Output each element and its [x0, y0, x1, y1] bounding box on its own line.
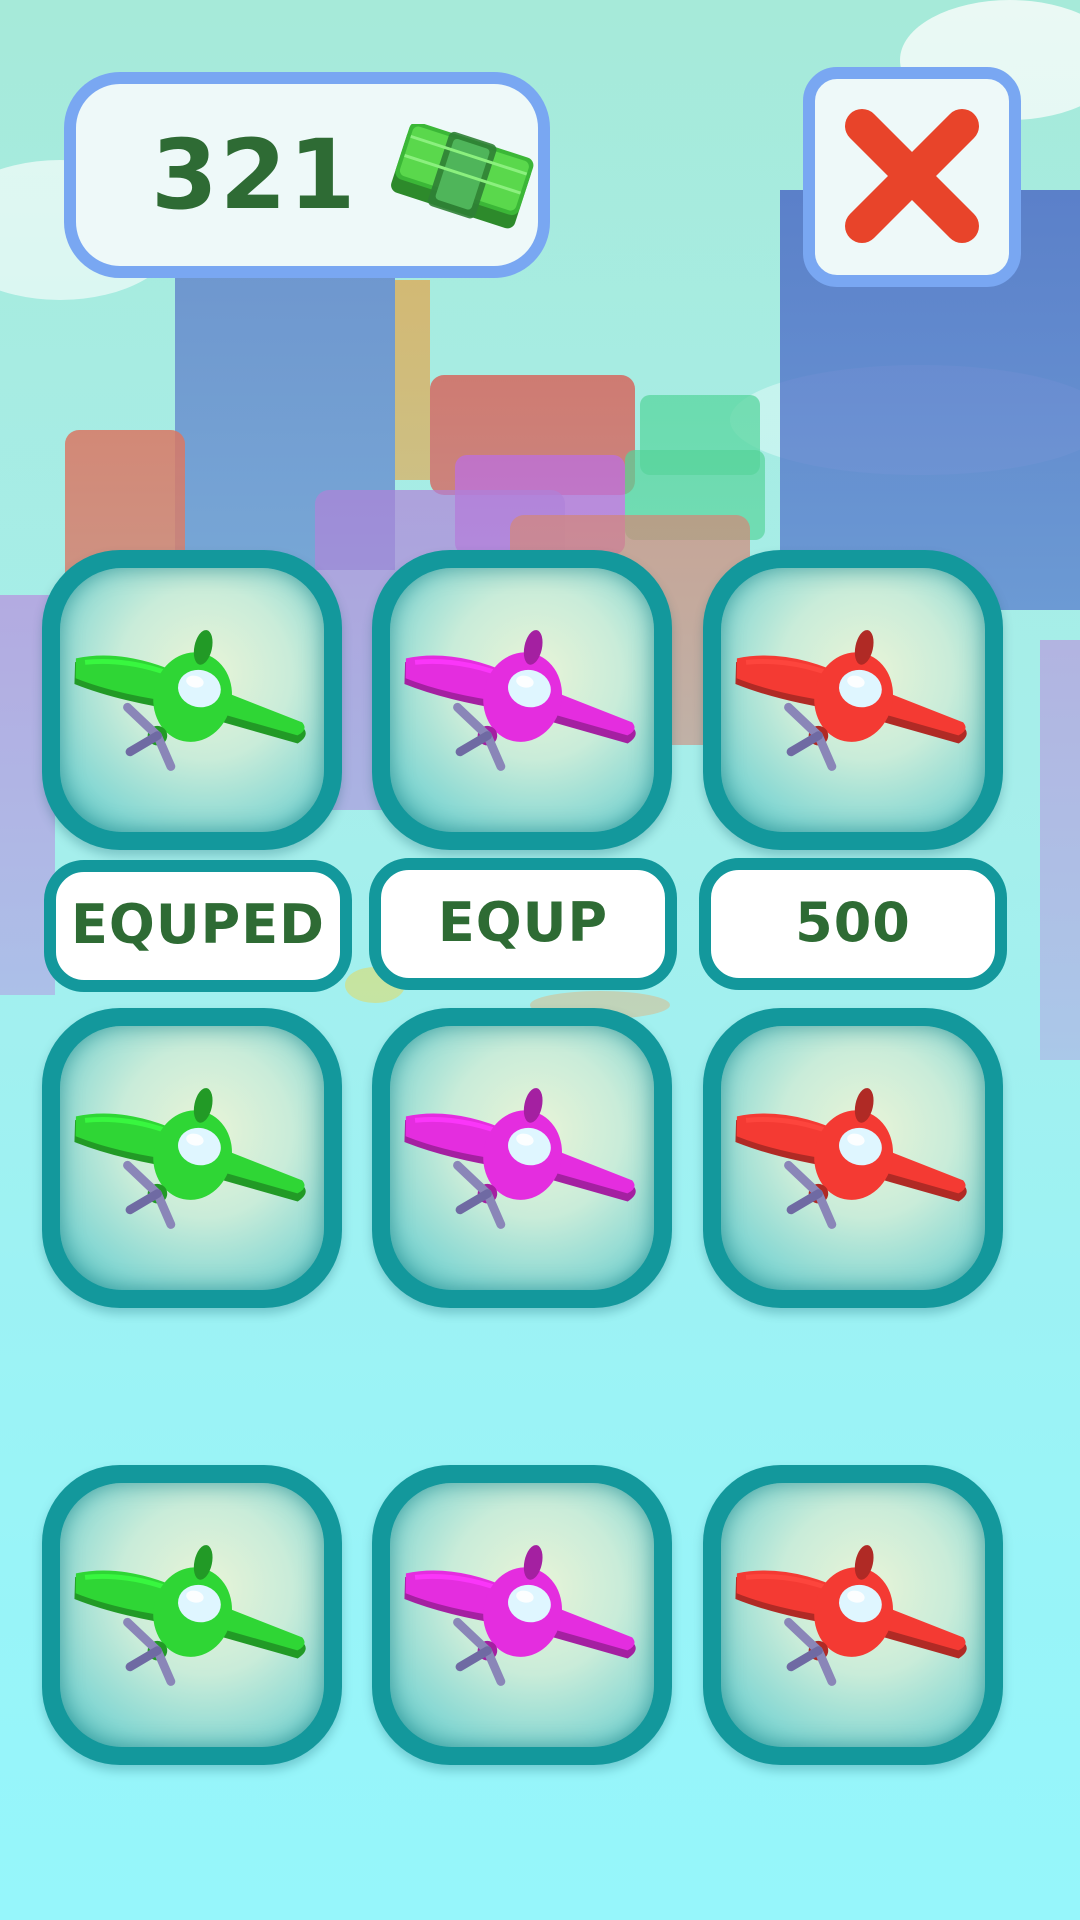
red-plane-icon — [735, 1088, 967, 1229]
plane-slot-green-1[interactable] — [42, 550, 342, 850]
green-plane-icon — [74, 630, 306, 771]
cash-stack-icon — [386, 122, 536, 234]
plane-slot-red-1[interactable] — [703, 550, 1003, 850]
plane-card — [390, 1483, 654, 1747]
plane-slot-red-2[interactable] — [703, 1008, 1003, 1308]
plane-slot-magenta-2[interactable] — [372, 1008, 672, 1308]
green-plane-icon — [74, 1545, 306, 1686]
price-button[interactable]: 500 — [699, 858, 1007, 990]
close-x-icon — [845, 109, 979, 243]
plane-slot-magenta-3[interactable] — [372, 1465, 672, 1765]
magenta-plane-icon — [404, 1088, 636, 1229]
plane-card — [721, 1026, 985, 1290]
magenta-plane-icon — [404, 630, 636, 771]
magenta-plane-icon — [404, 1545, 636, 1686]
plane-card — [60, 1483, 324, 1747]
plane-slot-red-3[interactable] — [703, 1465, 1003, 1765]
currency-amount: 321 — [151, 119, 358, 231]
plane-slot-green-2[interactable] — [42, 1008, 342, 1308]
plane-card — [390, 568, 654, 832]
plane-card — [721, 1483, 985, 1747]
equiped-status[interactable]: EQUPED — [44, 860, 352, 992]
red-plane-icon — [735, 630, 967, 771]
green-plane-icon — [74, 1088, 306, 1229]
close-button[interactable] — [803, 67, 1021, 287]
plane-slot-green-3[interactable] — [42, 1465, 342, 1765]
plane-slot-magenta-1[interactable] — [372, 550, 672, 850]
plane-card — [60, 1026, 324, 1290]
red-plane-icon — [735, 1545, 967, 1686]
plane-card — [390, 1026, 654, 1290]
currency-panel: 321 — [64, 72, 550, 278]
plane-card — [60, 568, 324, 832]
plane-card — [721, 568, 985, 832]
equip-button[interactable]: EQUP — [369, 858, 677, 990]
